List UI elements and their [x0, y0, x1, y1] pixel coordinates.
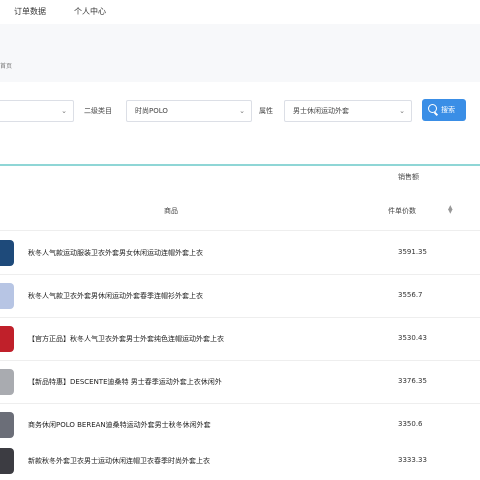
search-icon	[428, 104, 437, 113]
second-category-value: 时尚POLO	[135, 107, 168, 115]
breadcrumb-area	[0, 24, 480, 82]
table-row[interactable]: 【官方正品】秋冬人气卫衣外套男士外套纯色连帽运动外套上衣 3530.43	[0, 318, 480, 361]
product-thumbnail	[0, 412, 14, 438]
product-sales: 3376.35	[398, 377, 427, 385]
attribute-select[interactable]: 男士休闲运动外套 ⌄	[284, 100, 412, 122]
search-button-label: 搜索	[441, 106, 455, 114]
attribute-value: 男士休闲运动外套	[293, 107, 349, 115]
header-sales-line2[interactable]: 件单价数	[388, 206, 416, 216]
product-sales: 3350.6	[398, 420, 423, 428]
table-row[interactable]: 新款秋冬外套卫衣男士运动休闲连帽卫衣春季时尚外套上衣 3333.33	[0, 440, 480, 480]
product-sales: 3556.7	[398, 291, 423, 299]
product-thumbnail	[0, 326, 14, 352]
product-thumbnail	[0, 369, 14, 395]
chevron-down-icon: ⌄	[61, 107, 67, 115]
product-thumbnail	[0, 283, 14, 309]
filter-bar	[0, 82, 480, 166]
chevron-down-icon: ⌄	[399, 107, 405, 115]
header-sales-line1: 销售额	[398, 173, 419, 181]
product-name: 秋冬人气款运动服装卫衣外套男女休闲运动连帽外套上衣	[28, 249, 203, 257]
product-name: 秋冬人气款卫衣外套男休闲运动外套春季连帽衫外套上衣	[28, 292, 203, 300]
table-row[interactable]: 秋冬人气款运动服装卫衣外套男女休闲运动连帽外套上衣 3591.35	[0, 232, 480, 275]
first-category-select[interactable]: ⌄	[0, 100, 74, 122]
top-navigation: 订单数据 个人中心	[0, 0, 480, 25]
product-sales: 3530.43	[398, 334, 427, 342]
product-name: 新款秋冬外套卫衣男士运动休闲连帽卫衣春季时尚外套上衣	[28, 457, 210, 465]
product-sales: 3591.35	[398, 248, 427, 256]
search-button[interactable]: 搜索	[422, 99, 466, 121]
nav-orders[interactable]: 订单数据	[14, 6, 46, 17]
second-category-select[interactable]: 时尚POLO ⌄	[126, 100, 252, 122]
attribute-label: 属性	[259, 107, 273, 115]
sort-icon[interactable]: ▲ ▼	[448, 205, 453, 215]
product-thumbnail	[0, 240, 14, 266]
nav-profile[interactable]: 个人中心	[74, 6, 106, 17]
breadcrumb[interactable]: 首页	[0, 61, 12, 70]
chevron-down-icon: ⌄	[239, 107, 245, 115]
product-thumbnail	[0, 448, 14, 474]
header-product: 商品	[164, 207, 178, 215]
product-name: 【新品特惠】DESCENTE迪桑特 男士春季运动外套上衣休闲外	[28, 378, 222, 386]
second-category-label: 二级类目	[84, 107, 112, 115]
table-row[interactable]: 秋冬人气款卫衣外套男休闲运动外套春季连帽衫外套上衣 3556.7	[0, 275, 480, 318]
product-name: 【官方正品】秋冬人气卫衣外套男士外套纯色连帽运动外套上衣	[28, 335, 224, 343]
table-row[interactable]: 【新品特惠】DESCENTE迪桑特 男士春季运动外套上衣休闲外 3376.35	[0, 361, 480, 404]
product-name: 商务休闲POLO BEREAN迪桑特运动外套男士秋冬休闲外套	[28, 421, 211, 429]
product-sales: 3333.33	[398, 456, 427, 464]
